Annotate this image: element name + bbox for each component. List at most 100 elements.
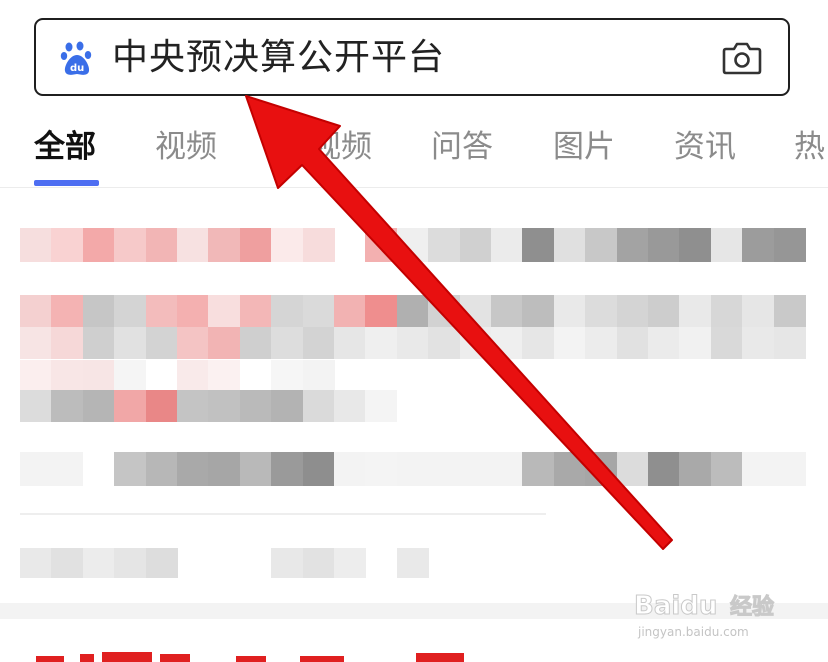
mosaic-block xyxy=(82,327,115,359)
mosaic-block xyxy=(177,452,209,486)
mosaic-block xyxy=(710,327,743,359)
mosaic-block xyxy=(396,295,429,327)
blurred-search-result xyxy=(0,190,828,602)
tab-news[interactable]: 资讯 xyxy=(674,125,736,169)
mosaic-block xyxy=(114,327,147,359)
mosaic-block xyxy=(177,360,209,390)
mosaic-block xyxy=(271,452,304,486)
result-tabs: 全部 视频 视频 问答 图片 资讯 热 xyxy=(0,125,828,189)
mosaic-block xyxy=(20,327,52,359)
mosaic-block xyxy=(334,452,366,486)
mosaic-block xyxy=(773,228,806,262)
tab-qa[interactable]: 问答 xyxy=(431,125,493,169)
tab-images[interactable]: 图片 xyxy=(553,125,615,169)
mosaic-block xyxy=(334,295,366,327)
camera-icon[interactable] xyxy=(722,39,762,77)
mosaic-block xyxy=(334,327,366,359)
mosaic-block xyxy=(459,327,492,359)
mosaic-block xyxy=(553,295,586,327)
tab-video[interactable]: 视频 xyxy=(155,125,217,169)
mosaic-block xyxy=(302,327,335,359)
tab-hot[interactable]: 热 xyxy=(794,125,825,169)
mosaic-block xyxy=(302,390,335,422)
mosaic-block xyxy=(428,228,461,262)
mosaic-block xyxy=(51,548,84,578)
result-divider xyxy=(20,513,546,515)
mosaic-block xyxy=(428,295,461,327)
mosaic-block xyxy=(145,228,178,262)
mosaic-block xyxy=(428,327,461,359)
mosaic-block xyxy=(51,360,84,390)
mosaic-block xyxy=(365,295,398,327)
mosaic-block xyxy=(459,228,492,262)
mosaic-block xyxy=(51,452,84,486)
mosaic-block xyxy=(334,548,366,578)
search-query-text[interactable]: 中央预决算公开平台 xyxy=(112,36,445,80)
mosaic-block xyxy=(271,228,304,262)
mosaic-block xyxy=(396,327,429,359)
mosaic-block xyxy=(365,390,398,422)
mosaic-block xyxy=(239,452,272,486)
mosaic-block xyxy=(553,327,586,359)
mosaic-block xyxy=(208,390,241,422)
mosaic-block xyxy=(459,452,492,486)
watermark-url: jingyan.baidu.com xyxy=(637,625,749,639)
mosaic-block xyxy=(616,295,649,327)
mosaic-block xyxy=(585,452,618,486)
mosaic-block xyxy=(114,295,147,327)
mosaic-block xyxy=(616,228,649,262)
mosaic-block xyxy=(177,228,209,262)
mosaic-block xyxy=(51,390,84,422)
search-box[interactable]: du 中央预决算公开平台 xyxy=(34,18,790,96)
mosaic-block xyxy=(710,228,743,262)
baidu-jingyan-watermark: Baidu 经验 jingyan.baidu.com xyxy=(634,591,775,640)
active-tab-indicator xyxy=(34,180,99,186)
mosaic-block xyxy=(114,548,147,578)
mosaic-block xyxy=(20,452,52,486)
mosaic-block xyxy=(522,452,555,486)
mosaic-block xyxy=(51,295,84,327)
mosaic-block xyxy=(208,295,241,327)
mosaic-block xyxy=(302,360,335,390)
mosaic-block xyxy=(208,360,241,390)
mosaic-block xyxy=(773,295,806,327)
tab-short-video[interactable]: 视频 xyxy=(310,125,372,169)
watermark-suffix: 经验 xyxy=(730,594,774,620)
mosaic-block xyxy=(334,390,366,422)
mosaic-block xyxy=(271,295,304,327)
mosaic-block xyxy=(679,327,712,359)
mosaic-block xyxy=(271,327,304,359)
mosaic-block xyxy=(553,452,586,486)
mosaic-block xyxy=(114,452,147,486)
mosaic-block xyxy=(239,228,272,262)
mosaic-block xyxy=(302,548,335,578)
mosaic-block xyxy=(396,548,429,578)
next-result-title-partial[interactable] xyxy=(36,650,476,662)
mosaic-block xyxy=(302,228,335,262)
baidu-paw-icon: du xyxy=(60,41,92,75)
mosaic-block xyxy=(616,452,649,486)
mosaic-block xyxy=(522,228,555,262)
tab-all[interactable]: 全部 xyxy=(34,125,96,169)
mosaic-block xyxy=(145,452,178,486)
mosaic-block xyxy=(365,228,398,262)
mosaic-block xyxy=(51,228,84,262)
mosaic-block xyxy=(648,452,680,486)
watermark-brand: Baidu xyxy=(634,591,717,621)
mosaic-block xyxy=(522,295,555,327)
mosaic-block xyxy=(114,390,147,422)
mosaic-block xyxy=(428,452,461,486)
mosaic-block xyxy=(177,327,209,359)
mosaic-block xyxy=(208,228,241,262)
mosaic-block xyxy=(679,228,712,262)
mosaic-block xyxy=(82,228,115,262)
mosaic-block xyxy=(491,452,523,486)
mosaic-block xyxy=(648,295,680,327)
mosaic-block xyxy=(522,327,555,359)
mosaic-block xyxy=(271,360,304,390)
mosaic-block xyxy=(459,295,492,327)
mosaic-block xyxy=(396,452,429,486)
mosaic-block xyxy=(679,295,712,327)
mosaic-block xyxy=(145,327,178,359)
mosaic-block xyxy=(742,452,775,486)
